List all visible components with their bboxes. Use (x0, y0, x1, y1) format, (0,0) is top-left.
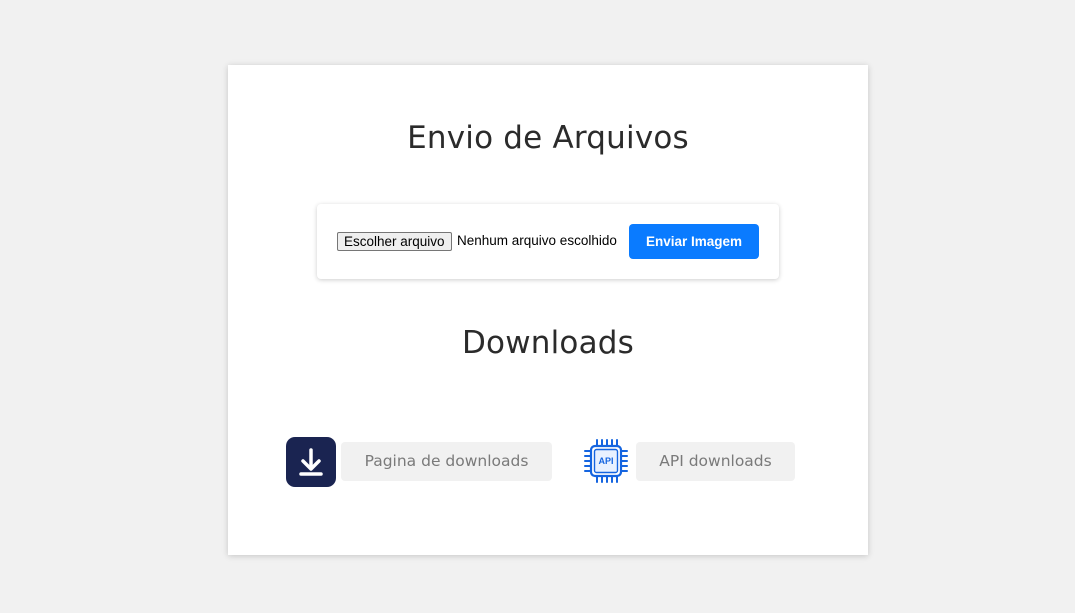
upload-title: Envio de Arquivos (407, 120, 689, 156)
main-card: Envio de Arquivos Escolher arquivo Nenhu… (228, 65, 868, 555)
downloads-page-link[interactable]: Pagina de downloads (341, 442, 552, 481)
choose-file-button[interactable]: Escolher arquivo (337, 232, 452, 251)
api-downloads-link[interactable]: API downloads (636, 442, 795, 481)
send-image-button[interactable]: Enviar Imagem (629, 224, 759, 259)
downloads-title: Downloads (461, 325, 635, 361)
api-chip-icon[interactable]: API (583, 438, 629, 484)
download-icon[interactable] (286, 437, 336, 487)
upload-form: Escolher arquivo Nenhum arquivo escolhid… (317, 204, 779, 279)
api-icon-text: API (598, 456, 613, 466)
file-status-text: Nenhum arquivo escolhido (457, 233, 617, 248)
